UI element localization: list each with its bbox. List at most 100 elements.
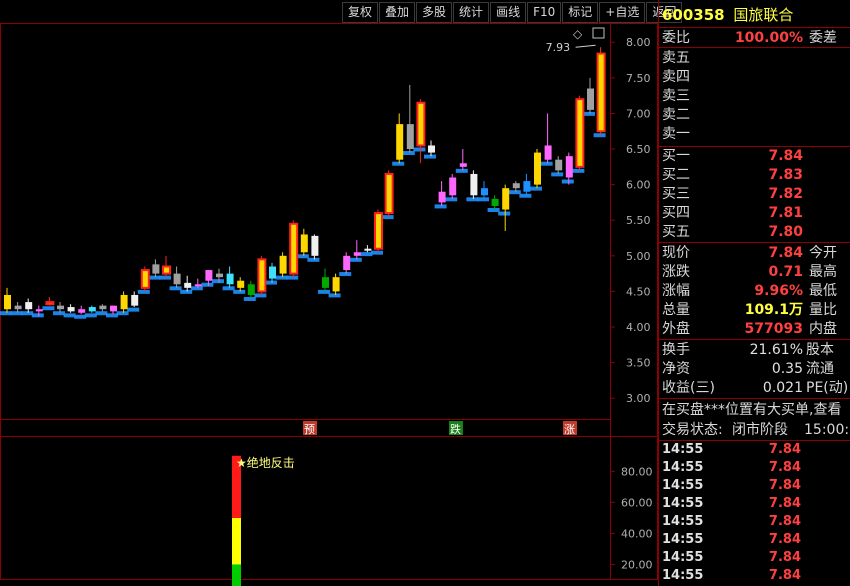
window-icon[interactable] [592, 27, 605, 39]
candle-body[interactable] [438, 191, 446, 203]
candle-body[interactable] [322, 277, 329, 288]
weibi-label: 委比 [662, 30, 690, 46]
candle-body[interactable] [216, 273, 223, 278]
candle-body[interactable] [449, 177, 457, 196]
tick-row[interactable]: 14:55 7.84 [662, 513, 850, 531]
sell-row[interactable]: 卖三 [662, 87, 850, 105]
candle-body[interactable] [45, 301, 55, 306]
candle-body[interactable] [120, 294, 128, 310]
kline-chart[interactable]: 8.00 7.50 7.00 6.50 6.00 5.50 5.00 4.50 4.00 3.50… [0, 0, 658, 586]
tick-row[interactable]: 14:55 7.84 [662, 477, 850, 495]
candle-body[interactable] [374, 212, 383, 250]
candle-body[interactable] [406, 124, 414, 150]
candle-body[interactable] [300, 234, 308, 253]
buy-row[interactable]: 买四 7.81 [662, 204, 850, 222]
candle-body[interactable] [491, 198, 499, 206]
candle-body[interactable] [247, 284, 255, 295]
candle-body[interactable] [78, 309, 86, 313]
candle-body[interactable] [481, 188, 488, 196]
candle-body[interactable] [544, 145, 552, 160]
candle-body[interactable] [428, 145, 435, 153]
band-segment [583, 111, 595, 116]
candle-body[interactable] [332, 277, 340, 292]
candle-body[interactable] [565, 156, 573, 178]
sell-row[interactable]: 卖五 [662, 49, 850, 67]
candle-body[interactable] [279, 255, 287, 274]
quote-row: 外盘 577093 内盘 [662, 320, 850, 338]
candle-body[interactable] [289, 222, 299, 275]
price-axis-label: 6.00 [626, 179, 651, 192]
tick-row[interactable]: 14:55 7.84 [662, 531, 850, 549]
candle-body[interactable] [311, 235, 319, 256]
candle-body[interactable] [162, 265, 171, 275]
tick-row[interactable]: 14:55 7.84 [662, 549, 850, 567]
candle-body[interactable] [173, 273, 181, 285]
toolbar-button-0[interactable]: 复权 [342, 2, 379, 23]
candle-body[interactable] [25, 302, 33, 310]
trade-status-label: 交易状态: [662, 422, 723, 438]
tick-row[interactable]: 14:55 7.84 [662, 441, 850, 459]
diamond-icon[interactable]: ◇ [573, 27, 583, 41]
candle-body[interactable] [257, 258, 267, 293]
candle-body[interactable] [396, 124, 404, 160]
candle-body[interactable] [99, 305, 107, 310]
candle-body[interactable] [512, 183, 520, 189]
band-segment [53, 311, 65, 316]
candle-body[interactable] [575, 98, 585, 168]
candle-body[interactable] [596, 52, 606, 133]
toolbar-button-2[interactable]: 多股 [416, 2, 453, 23]
candle-body[interactable] [416, 101, 426, 147]
candle-body[interactable] [88, 307, 96, 312]
tick-row[interactable]: 14:55 7.84 [662, 567, 850, 585]
candle-body[interactable] [364, 248, 372, 251]
buy-row[interactable]: 买一 7.84 [662, 147, 850, 165]
toolbar-button-3[interactable]: 统计 [453, 2, 490, 23]
candle-body[interactable] [57, 305, 64, 310]
candle-body[interactable] [140, 269, 150, 289]
toolbar-button-1[interactable]: 叠加 [379, 2, 416, 23]
toolbar-button-5[interactable]: F10 [527, 2, 562, 23]
candle-body[interactable] [67, 307, 75, 312]
toolbar-button-6[interactable]: 标记 [562, 2, 599, 23]
quote-label2: 量比 [809, 302, 837, 318]
tick-price: 7.84 [768, 442, 801, 457]
buy-row[interactable]: 买二 7.83 [662, 166, 850, 184]
candle-body[interactable] [184, 282, 192, 288]
candle-body[interactable] [534, 152, 541, 185]
candle-body[interactable] [205, 270, 213, 281]
candle-body[interactable] [4, 294, 11, 310]
candle-body[interactable] [237, 280, 245, 288]
candle-body[interactable] [343, 255, 351, 271]
sell-row[interactable]: 卖四 [662, 68, 850, 86]
toolbar-button-7[interactable]: +自选 [599, 2, 646, 23]
candle-body[interactable] [502, 188, 510, 210]
tick-row[interactable]: 14:55 7.84 [662, 459, 850, 477]
candle-body[interactable] [152, 264, 160, 274]
candle-body[interactable] [587, 88, 594, 110]
candle-body[interactable] [353, 252, 361, 256]
candle-body[interactable] [269, 266, 276, 279]
band-segment [572, 168, 585, 173]
toolbar-button-4[interactable]: 画线 [490, 2, 527, 23]
candle-body[interactable] [14, 305, 22, 310]
candle-body[interactable] [555, 159, 563, 171]
tick-row[interactable]: 14:55 7.84 [662, 495, 850, 513]
sell-row[interactable]: 卖一 [662, 125, 850, 143]
band-segment [402, 151, 415, 156]
fundamental-label: 换手 [662, 342, 690, 358]
candle-body[interactable] [470, 173, 478, 196]
sell-row[interactable]: 卖二 [662, 106, 850, 124]
quote-value: 577093 [744, 321, 803, 337]
candle-body[interactable] [110, 305, 117, 312]
candle-body[interactable] [459, 163, 467, 167]
buy-row[interactable]: 买五 7.80 [662, 223, 850, 241]
tick-time: 14:55 [662, 550, 704, 565]
candle-body[interactable] [226, 273, 234, 285]
band-segment [477, 197, 489, 202]
candle-body[interactable] [384, 172, 394, 215]
candle-body[interactable] [194, 284, 202, 287]
buy-row[interactable]: 买三 7.82 [662, 185, 850, 203]
candle-body[interactable] [523, 181, 531, 192]
candle-body[interactable] [131, 294, 139, 306]
candle-body[interactable] [35, 309, 43, 312]
